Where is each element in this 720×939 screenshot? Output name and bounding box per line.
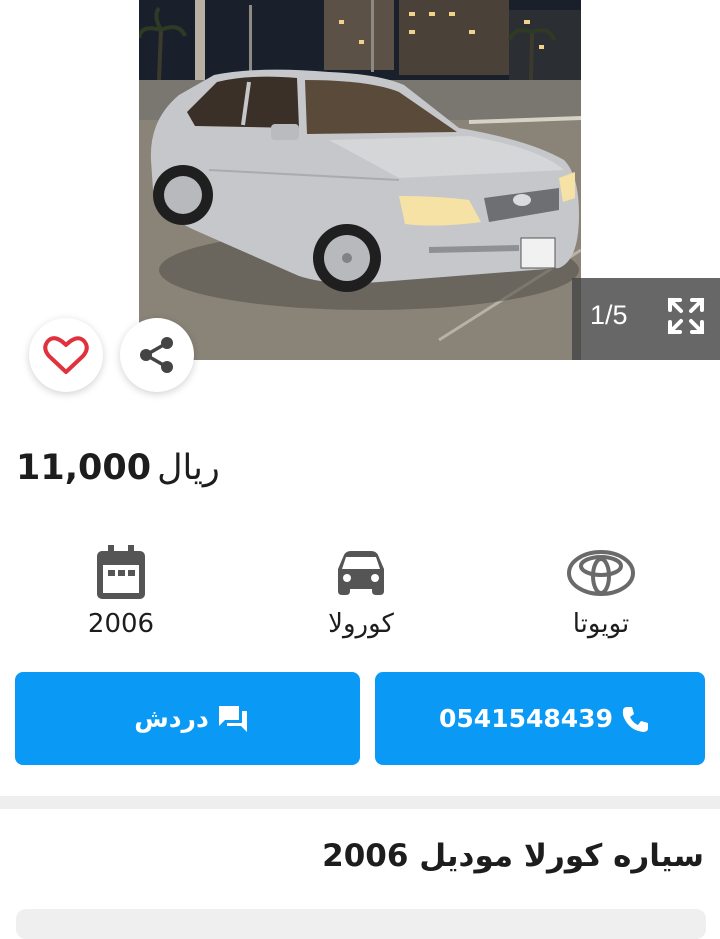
chevron-left-icon xyxy=(53,141,68,167)
chevron-right-icon xyxy=(650,141,665,167)
price-currency: ريال xyxy=(157,448,220,488)
favorite-button[interactable] xyxy=(29,318,103,392)
phone-number: 0541548439 xyxy=(439,704,613,733)
car-icon xyxy=(338,551,384,595)
heart-icon xyxy=(43,336,89,374)
spec-year-value: 2006 xyxy=(87,609,155,639)
next-section-card xyxy=(16,909,706,939)
previous-image-button[interactable] xyxy=(44,137,78,171)
chat-button[interactable]: دردش xyxy=(15,672,360,765)
spec-make-value: تويوتا xyxy=(572,609,630,639)
spec-model-value: كورولا xyxy=(328,609,394,639)
fullscreen-button[interactable]: 1/5 xyxy=(572,278,720,360)
image-gallery: 1/5 xyxy=(0,0,720,392)
spec-make: تويوتا xyxy=(516,543,686,639)
section-divider xyxy=(0,796,720,809)
listing-title: سياره كورلا موديل 2006 xyxy=(322,838,704,874)
share-button[interactable] xyxy=(120,318,194,392)
price-value: 11,000 xyxy=(16,448,152,488)
listing-price: 11,000 ريال xyxy=(16,448,220,488)
image-counter: 1/5 xyxy=(590,300,628,330)
spec-year: 2006 xyxy=(36,543,206,639)
calendar-icon xyxy=(97,545,145,599)
phone-icon xyxy=(622,706,648,732)
call-button[interactable]: 0541548439 xyxy=(375,672,705,765)
chat-button-label: دردش xyxy=(134,704,209,733)
next-image-button[interactable] xyxy=(640,137,674,171)
car-photo[interactable] xyxy=(139,0,581,360)
car-photo-illustration xyxy=(139,0,581,360)
toyota-logo-icon xyxy=(567,550,635,596)
expand-icon xyxy=(668,298,704,334)
spec-model: كورولا xyxy=(276,543,446,639)
share-icon xyxy=(140,337,173,373)
chat-icon xyxy=(218,705,247,732)
